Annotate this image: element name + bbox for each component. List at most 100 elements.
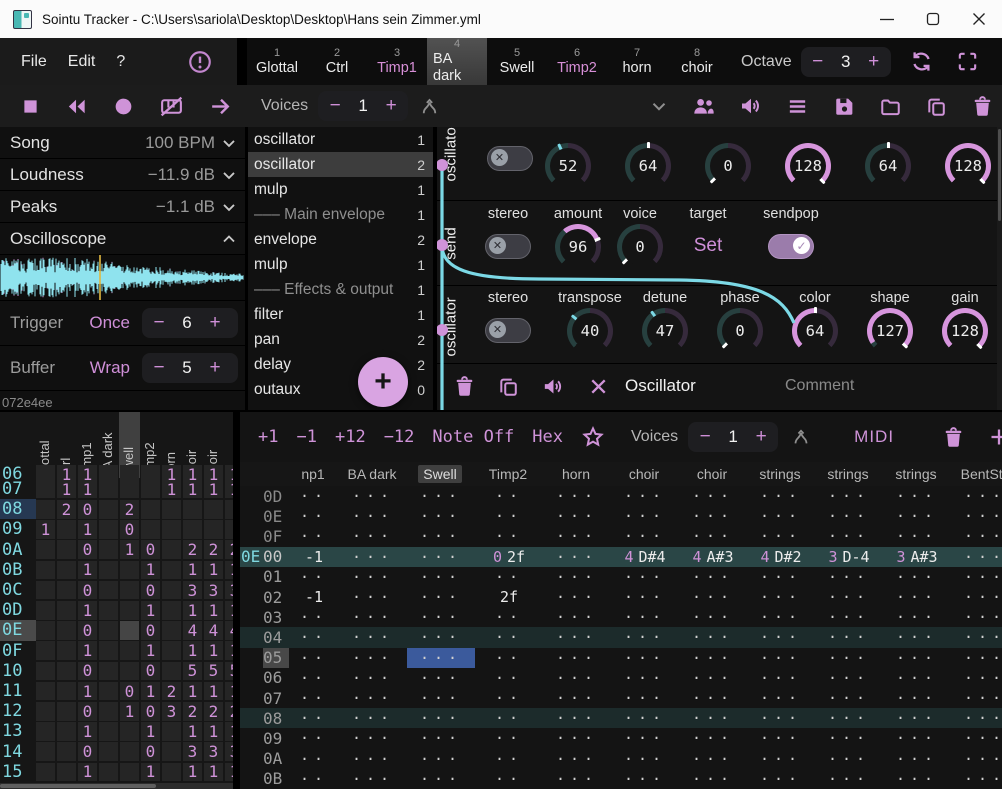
note-cell[interactable]: ··· <box>747 708 815 728</box>
order-cell[interactable]: 1 <box>183 763 202 782</box>
order-cell[interactable]: 1 <box>204 763 223 782</box>
note-cell[interactable]: ··· <box>951 526 1002 546</box>
order-cell[interactable]: 1 <box>204 682 223 701</box>
note-cell[interactable]: ··· <box>339 547 407 567</box>
unit-list-item[interactable]: ––– Effects & output1 <box>248 277 433 302</box>
note-cell[interactable]: ··· <box>339 769 407 789</box>
load-instrument-icon[interactable] <box>879 95 902 118</box>
instrument-tab-glottal[interactable]: 1Glottal <box>247 38 307 85</box>
unit-row-oscillator-2[interactable]: oscillatorstereo✕transpose40detune47phas… <box>437 286 997 363</box>
note-cell[interactable]: 2f <box>475 587 543 607</box>
note-cell[interactable]: ··· <box>951 749 1002 769</box>
unit-list-item[interactable]: pan2 <box>248 327 433 352</box>
note-cell[interactable]: ·· <box>289 728 339 748</box>
order-cell[interactable] <box>204 500 223 519</box>
order-cell[interactable] <box>120 662 139 681</box>
record-button[interactable] <box>112 95 135 118</box>
order-cell[interactable] <box>36 662 55 681</box>
disable-unit-icon[interactable] <box>587 375 610 398</box>
unit-list-item[interactable]: oscillator2 <box>248 152 433 177</box>
knob-64[interactable]: 64 <box>625 143 671 189</box>
note-cell[interactable]: ··· <box>883 708 951 728</box>
note-cell[interactable]: ··· <box>679 688 747 708</box>
knob-detune[interactable]: 47 <box>642 308 688 354</box>
note-cell[interactable]: ·· <box>289 627 339 647</box>
order-cell[interactable]: 1 <box>120 540 139 559</box>
order-cell[interactable] <box>36 682 55 701</box>
note-cell[interactable]: ·· <box>475 648 543 668</box>
note-cell[interactable]: ··· <box>951 506 1002 526</box>
delete-pattern-icon[interactable] <box>942 426 965 449</box>
instrument-tab-swell[interactable]: 5Swell <box>487 38 547 85</box>
order-row-0F[interactable]: 0F11111 <box>0 641 233 661</box>
track-header-ba-dark[interactable]: BA dark <box>338 462 406 486</box>
note-cell[interactable]: ··· <box>339 486 407 506</box>
note-row-0F[interactable]: 0F······························· <box>240 526 1002 546</box>
knob-128[interactable]: 128 <box>945 143 991 189</box>
note-cell[interactable]: ··· <box>339 648 407 668</box>
note-row-0D[interactable]: 0D······························· <box>240 486 1002 506</box>
order-cell[interactable] <box>36 641 55 660</box>
note-cell[interactable]: ··· <box>815 749 883 769</box>
order-row-0D[interactable]: 0D11111 <box>0 600 233 620</box>
note-cell[interactable]: ··· <box>951 728 1002 748</box>
unit-comment-field[interactable]: Comment <box>785 377 854 395</box>
note-cell[interactable]: ·· <box>289 668 339 688</box>
order-cell[interactable]: 1 <box>225 561 233 580</box>
note-cell[interactable]: ··· <box>407 587 475 607</box>
order-cell[interactable]: 3 <box>204 581 223 600</box>
order-cell[interactable] <box>99 520 118 539</box>
order-cell[interactable] <box>57 601 76 620</box>
order-cell[interactable] <box>225 500 233 519</box>
note-toolbar-button-+1[interactable]: +1 <box>258 427 278 447</box>
note-cell[interactable]: ··· <box>883 668 951 688</box>
order-cell[interactable]: 1 <box>141 722 160 741</box>
note-cell[interactable]: ··· <box>407 526 475 546</box>
sendpop-toggle[interactable]: ✓ <box>768 234 814 259</box>
note-cell[interactable]: ·· <box>475 728 543 748</box>
delete-unit-icon[interactable] <box>453 375 476 398</box>
note-cell[interactable]: ··· <box>543 769 611 789</box>
instrument-tab-ba-dark[interactable]: 4BA dark <box>427 38 487 85</box>
order-cell[interactable]: 1 <box>141 601 160 620</box>
note-cell[interactable]: ··· <box>679 587 747 607</box>
order-cell[interactable] <box>162 641 181 660</box>
order-cell[interactable] <box>120 641 139 660</box>
order-cell[interactable]: 2 <box>183 540 202 559</box>
order-cell[interactable] <box>162 662 181 681</box>
note-cell[interactable]: ··· <box>611 567 679 587</box>
order-cell[interactable] <box>99 561 118 580</box>
note-cell[interactable]: ··· <box>883 688 951 708</box>
note-row-0E[interactable]: 0E······························· <box>240 506 1002 526</box>
note-cell[interactable]: ··· <box>611 668 679 688</box>
order-cell[interactable]: 1 <box>78 763 97 782</box>
order-cell[interactable]: 0 <box>120 682 139 701</box>
note-cell[interactable]: ··· <box>407 728 475 748</box>
unit-name-field[interactable]: Oscillator <box>625 376 696 396</box>
menu-item-file[interactable]: File <box>21 53 47 71</box>
order-cell[interactable] <box>204 520 223 539</box>
note-cell[interactable]: ··· <box>407 567 475 587</box>
menu-item-edit[interactable]: Edit <box>68 53 96 71</box>
unit-list-item[interactable]: mulp1 <box>248 252 433 277</box>
instrument-tab-horn[interactable]: 7horn <box>607 38 667 85</box>
note-row-09[interactable]: 09······························· <box>240 728 1002 748</box>
note-toolbar-button-note-off[interactable]: Note Off <box>432 427 514 447</box>
trigger-mode[interactable]: Once <box>82 313 130 333</box>
add-unit-button[interactable]: + <box>358 357 408 407</box>
octave-decrement-button[interactable]: − <box>805 48 831 76</box>
track-header-timp2[interactable]: Timp2 <box>474 462 542 486</box>
note-cell[interactable]: ··· <box>679 749 747 769</box>
order-cell[interactable]: 3 <box>225 742 233 761</box>
order-cell[interactable] <box>162 621 181 640</box>
collapse-icon[interactable] <box>648 95 670 117</box>
trigger-increment-button[interactable]: + <box>202 309 228 337</box>
order-cell[interactable]: 0 <box>141 742 160 761</box>
alert-icon[interactable] <box>187 49 213 75</box>
order-cell[interactable]: 1 <box>78 641 97 660</box>
note-cell[interactable]: ··· <box>611 607 679 627</box>
order-cell[interactable]: 1 <box>141 641 160 660</box>
knob-64[interactable]: 64 <box>865 143 911 189</box>
note-cell[interactable]: ··· <box>883 648 951 668</box>
order-cell[interactable]: 5 <box>183 662 202 681</box>
